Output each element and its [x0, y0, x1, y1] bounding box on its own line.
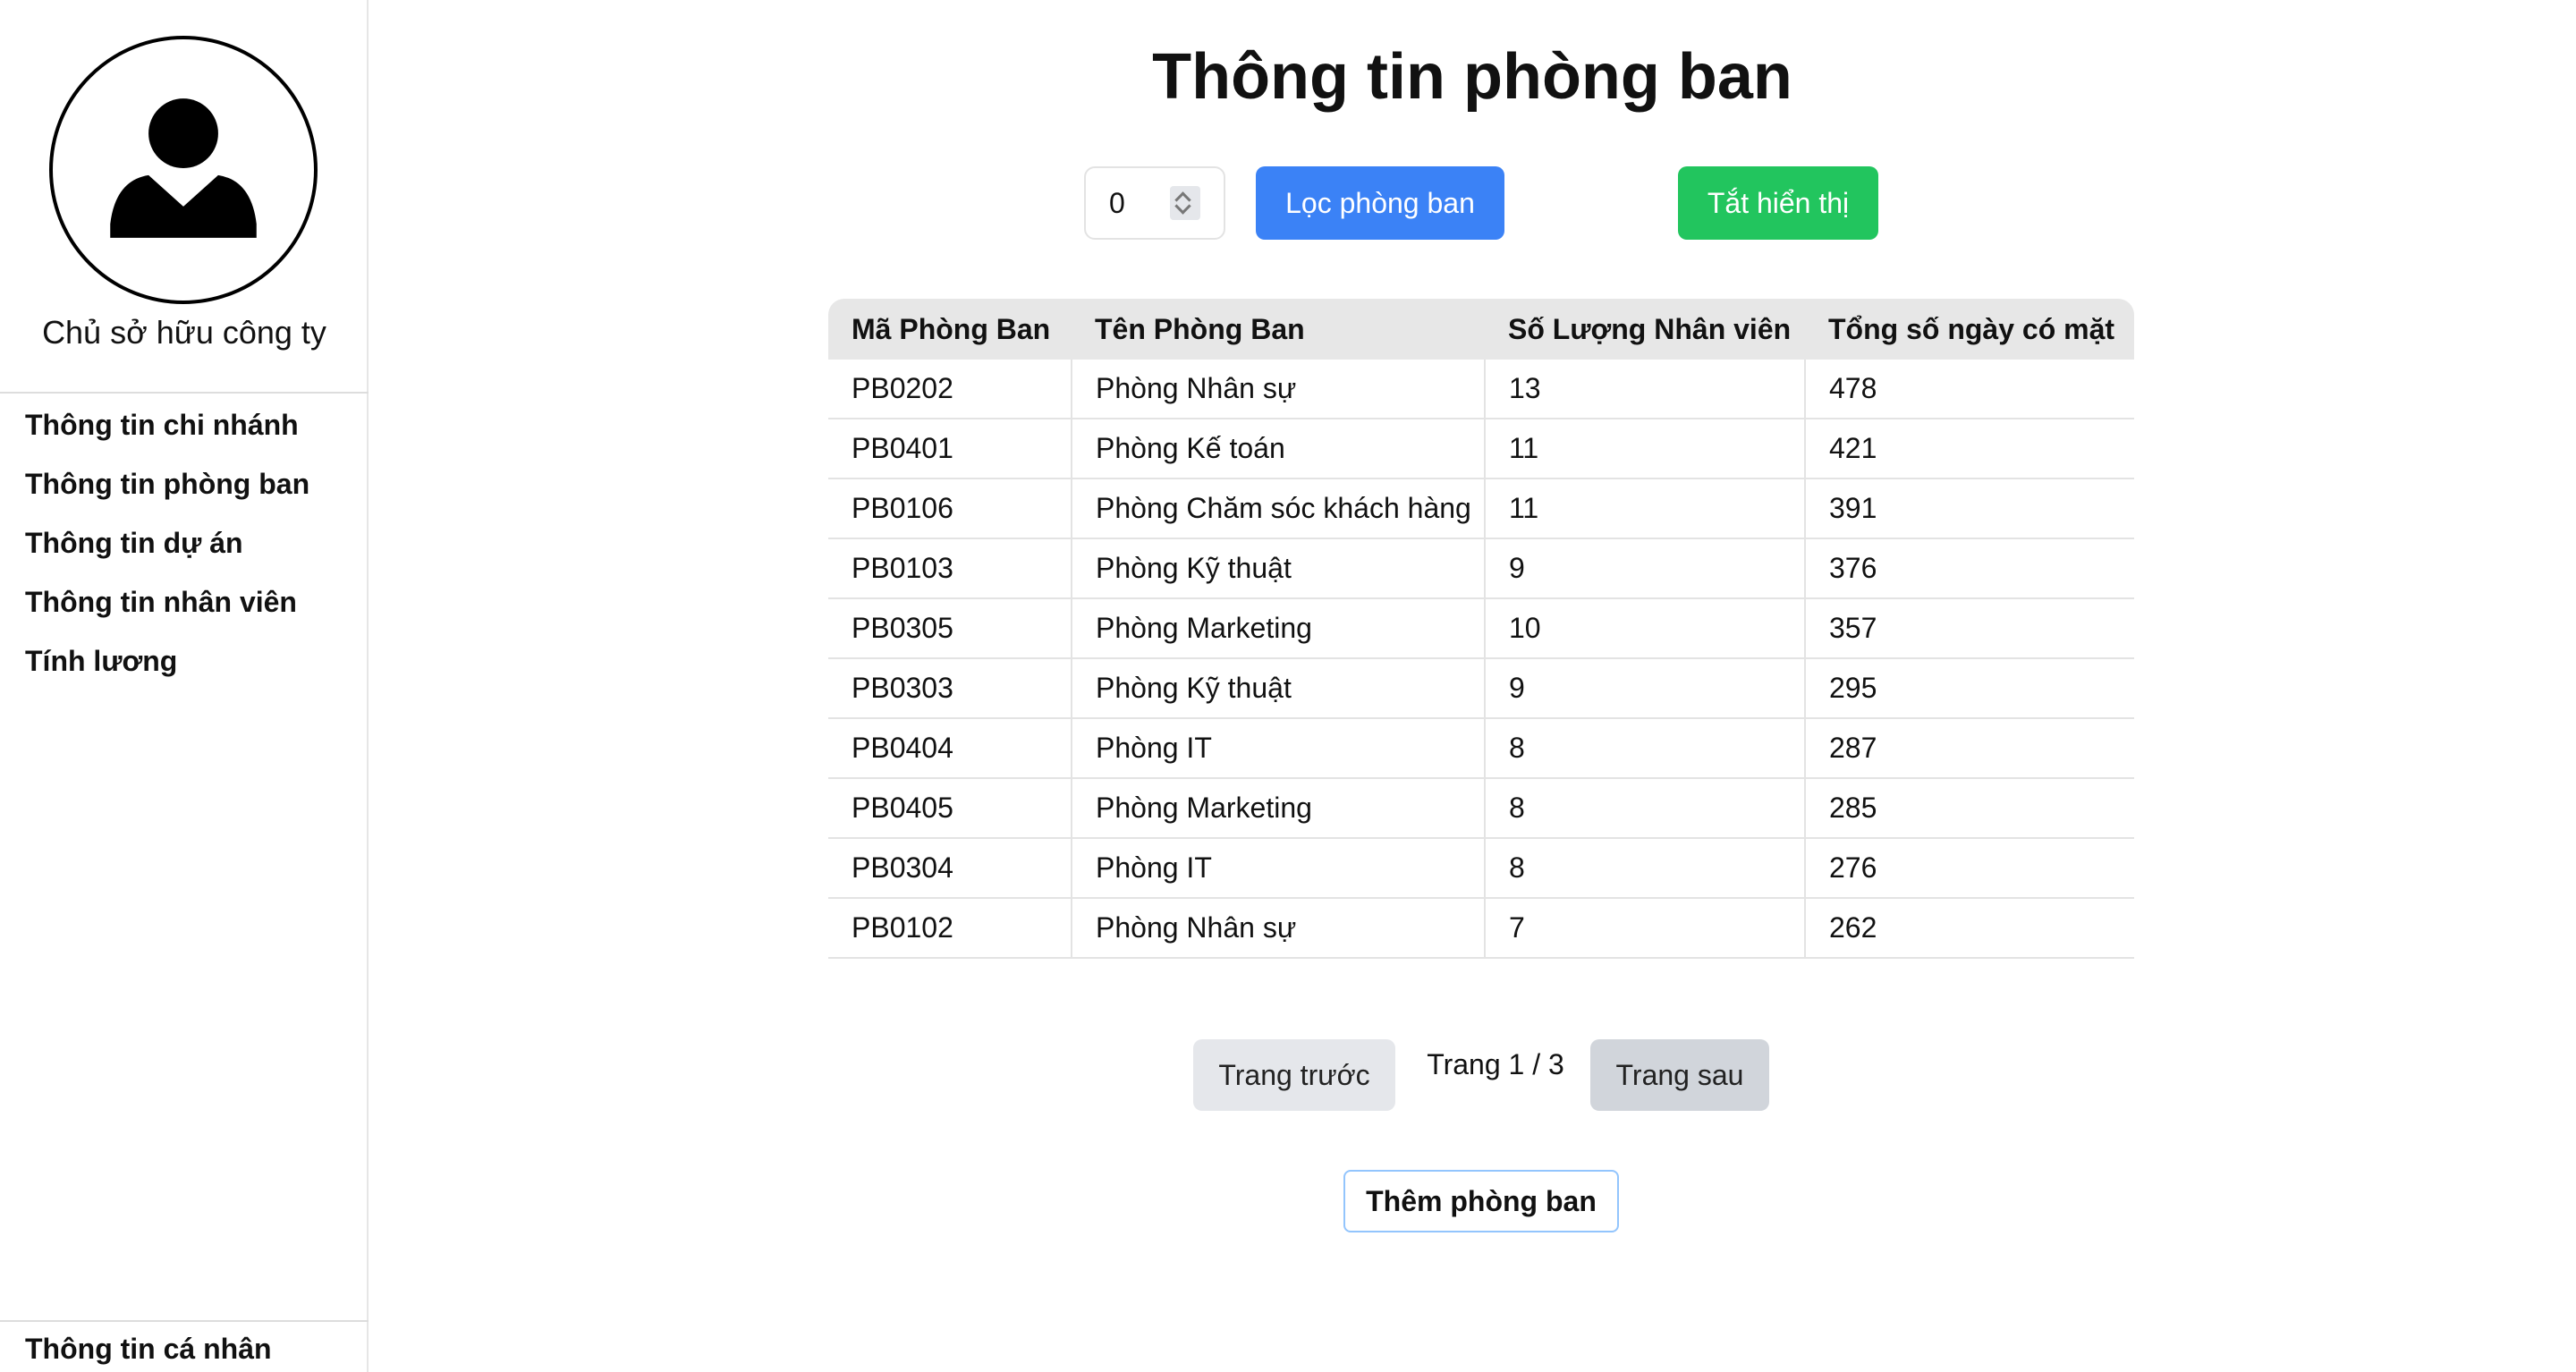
cell-total-attendance: 285 — [1805, 778, 2134, 839]
table-row: PB0404 Phòng IT 8 287 — [828, 718, 2134, 779]
cell-staff-count: 13 — [1485, 360, 1806, 419]
cell-department-code: PB0405 — [828, 778, 1072, 839]
sidebar-item-project-info[interactable]: Thông tin dự án — [0, 519, 369, 578]
cell-total-attendance: 276 — [1805, 838, 2134, 899]
cell-department-code: PB0304 — [828, 838, 1072, 899]
table-row: PB0202 Phòng Nhân sự 13 478 — [828, 360, 2134, 419]
cell-department-name: Phòng Marketing — [1072, 778, 1486, 839]
sidebar-item-salary[interactable]: Tính lương — [0, 637, 369, 696]
cell-staff-count: 10 — [1485, 598, 1806, 659]
cell-department-name: Phòng Nhân sự — [1072, 360, 1486, 419]
previous-page-button[interactable]: Trang trước — [1193, 1039, 1395, 1111]
cell-department-name: Phòng Marketing — [1072, 598, 1486, 659]
cell-total-attendance: 262 — [1805, 898, 2134, 959]
owner-name: Chủ sở hữu công ty — [42, 314, 326, 351]
filter-number-input[interactable]: 0 — [1084, 166, 1225, 240]
cell-staff-count: 9 — [1485, 538, 1806, 599]
sidebar-item-department-info[interactable]: Thông tin phòng ban — [0, 460, 369, 519]
cell-staff-count: 8 — [1485, 718, 1806, 779]
sidebar-item-employee-info[interactable]: Thông tin nhân viên — [0, 578, 369, 637]
sidebar-nav: Thông tin chi nhánh Thông tin phòng ban … — [0, 401, 369, 696]
cell-department-code: PB0401 — [828, 419, 1072, 479]
next-page-button[interactable]: Trang sau — [1590, 1039, 1769, 1111]
add-department-button[interactable]: Thêm phòng ban — [1343, 1170, 1619, 1232]
page-title: Thông tin phòng ban — [1152, 41, 1792, 113]
column-header-code: Mã Phòng Ban — [828, 299, 1072, 360]
table-row: PB0304 Phòng IT 8 276 — [828, 838, 2134, 899]
cell-total-attendance: 421 — [1805, 419, 2134, 479]
filter-department-button[interactable]: Lọc phòng ban — [1256, 166, 1504, 240]
cell-total-attendance: 295 — [1805, 658, 2134, 719]
cell-staff-count: 8 — [1485, 778, 1806, 839]
table-row: PB0102 Phòng Nhân sự 7 262 — [828, 898, 2134, 959]
table-row: PB0401 Phòng Kế toán 11 421 — [828, 419, 2134, 479]
cell-department-code: PB0106 — [828, 479, 1072, 539]
sidebar: Chủ sở hữu công ty Thông tin chi nhánh T… — [0, 0, 369, 1372]
cell-total-attendance: 391 — [1805, 479, 2134, 539]
user-tie-icon — [49, 36, 318, 304]
cell-total-attendance: 478 — [1805, 360, 2134, 419]
cell-department-name: Phòng Kế toán — [1072, 419, 1486, 479]
sidebar-divider-bottom — [0, 1320, 369, 1322]
table-row: PB0405 Phòng Marketing 8 285 — [828, 778, 2134, 839]
column-header-name: Tên Phòng Ban — [1072, 299, 1485, 360]
column-header-total-attendance: Tổng số ngày có mặt — [1805, 299, 2134, 360]
cell-department-name: Phòng Kỹ thuật — [1072, 538, 1486, 599]
sidebar-item-personal-info[interactable]: Thông tin cá nhân — [25, 1329, 272, 1368]
cell-department-code: PB0305 — [828, 598, 1072, 659]
cell-department-name: Phòng IT — [1072, 838, 1486, 899]
number-spinner[interactable] — [1170, 186, 1200, 220]
filter-number-value: 0 — [1109, 187, 1125, 219]
cell-department-name: Phòng Nhân sự — [1072, 898, 1486, 959]
cell-department-name: Phòng Chăm sóc khách hàng — [1072, 479, 1486, 539]
cell-department-name: Phòng Kỹ thuật — [1072, 658, 1486, 719]
cell-staff-count: 11 — [1485, 419, 1806, 479]
cell-total-attendance: 287 — [1805, 718, 2134, 779]
page-indicator: Trang 1 / 3 — [1427, 1048, 1564, 1080]
table-header-row: Mã Phòng Ban Tên Phòng Ban Số Lượng Nhân… — [828, 299, 2134, 360]
department-table: Mã Phòng Ban Tên Phòng Ban Số Lượng Nhân… — [828, 299, 2134, 959]
table-row: PB0305 Phòng Marketing 10 357 — [828, 598, 2134, 659]
toggle-display-button[interactable]: Tắt hiển thị — [1678, 166, 1878, 240]
table-row: PB0106 Phòng Chăm sóc khách hàng 11 391 — [828, 479, 2134, 539]
cell-department-code: PB0202 — [828, 360, 1072, 419]
cell-staff-count: 8 — [1485, 838, 1806, 899]
sidebar-item-branch-info[interactable]: Thông tin chi nhánh — [0, 401, 369, 460]
column-header-staff-count: Số Lượng Nhân viên — [1485, 299, 1805, 360]
cell-staff-count: 9 — [1485, 658, 1806, 719]
cell-total-attendance: 376 — [1805, 538, 2134, 599]
department-table-container: Mã Phòng Ban Tên Phòng Ban Số Lượng Nhân… — [828, 299, 2134, 959]
cell-department-code: PB0102 — [828, 898, 1072, 959]
sidebar-divider — [0, 392, 369, 394]
cell-staff-count: 7 — [1485, 898, 1806, 959]
cell-total-attendance: 357 — [1805, 598, 2134, 659]
cell-department-code: PB0404 — [828, 718, 1072, 779]
table-row: PB0303 Phòng Kỹ thuật 9 295 — [828, 658, 2134, 719]
cell-department-code: PB0103 — [828, 538, 1072, 599]
cell-department-name: Phòng IT — [1072, 718, 1486, 779]
cell-department-code: PB0303 — [828, 658, 1072, 719]
cell-staff-count: 11 — [1485, 479, 1806, 539]
table-row: PB0103 Phòng Kỹ thuật 9 376 — [828, 538, 2134, 599]
